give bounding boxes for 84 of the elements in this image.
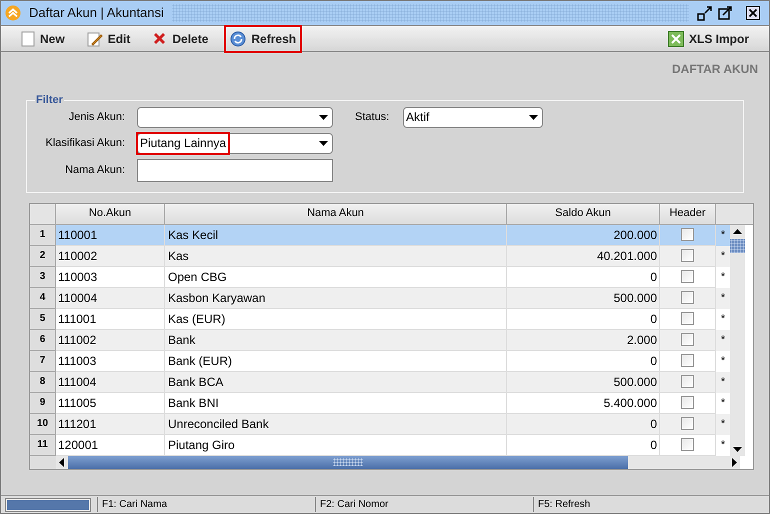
dropdown-field[interactable]: Piutang Lainnya: [137, 132, 333, 154]
checkbox[interactable]: [681, 438, 694, 451]
status-text: F1: Cari Nama: [97, 497, 315, 512]
row-number: 11: [30, 434, 56, 456]
row-number: 2: [30, 246, 56, 266]
row-number: 8: [30, 372, 56, 392]
table-cell-text: *: [720, 228, 726, 242]
table-row[interactable]: 10 111201 Unreconciled Bank 0 *: [30, 414, 730, 434]
row-number: 7: [30, 350, 56, 372]
refresh-icon: [230, 30, 246, 46]
xls-import-button[interactable]: XLS Impor: [668, 30, 749, 48]
row-number: 5: [30, 308, 56, 330]
toolbar-button[interactable]: Edit: [82, 26, 134, 50]
spreadsheet-icon: [668, 30, 684, 46]
checkbox[interactable]: [681, 375, 694, 388]
page-heading: DAFTAR AKUN: [672, 61, 758, 78]
dropdown-arrow-icon: [319, 140, 328, 146]
status-text: F2: Cari Nomor: [315, 497, 533, 512]
row-number: 6: [30, 330, 56, 350]
toolbar-button[interactable]: Delete: [148, 26, 212, 50]
table-row[interactable]: 6 111002 Bank 2.000 *: [30, 330, 730, 350]
checkbox[interactable]: [681, 333, 694, 346]
table-cell-text: *: [720, 396, 726, 410]
dropdown-arrow-icon: [319, 114, 328, 120]
checkbox[interactable]: [681, 354, 694, 367]
row-number: 3: [30, 266, 56, 288]
table-corner: [30, 456, 56, 468]
column-header[interactable]: No.Akun: [56, 204, 165, 224]
checkbox[interactable]: [681, 228, 694, 241]
row-number: 9: [30, 392, 56, 414]
dropdown-arrow-icon: [529, 114, 538, 120]
column-header[interactable]: Saldo Akun: [507, 204, 660, 224]
checkbox[interactable]: [681, 396, 694, 409]
vertical-scrollbar[interactable]: [730, 224, 745, 456]
pencil-page-icon: [86, 30, 103, 46]
field-label: Status:: [355, 110, 390, 125]
field-label: Nama Akun:: [64, 162, 126, 178]
table-row[interactable]: 5 111001 Kas (EUR) 0 *: [30, 308, 730, 330]
field-label: Jenis Akun:: [68, 110, 126, 125]
table-row[interactable]: 7 111003 Bank (EUR) 0 *: [30, 350, 730, 372]
cross-icon: [152, 31, 168, 46]
row-number: 1: [30, 224, 56, 246]
horizontal-scrollbar[interactable]: [56, 456, 740, 468]
restore-icon[interactable]: [697, 5, 713, 21]
close-icon[interactable]: [745, 5, 761, 21]
toolbar-button[interactable]: Refresh: [226, 26, 300, 50]
row-number: 4: [30, 288, 56, 308]
dropdown-field[interactable]: [137, 106, 333, 128]
table-row[interactable]: 11 120001 Piutang Giro 0 *: [30, 434, 730, 456]
dropdown-field[interactable]: Aktif: [403, 106, 543, 128]
table-row[interactable]: 9 111005 Bank BNI 5.400.000 *: [30, 392, 730, 414]
app-logo-icon: [5, 5, 21, 21]
table-row[interactable]: 3 110003 Open CBG 0 *: [30, 266, 730, 288]
table-row[interactable]: 1 110001 Kas Kecil 200.000 *: [30, 224, 730, 246]
scrollbar-thumb[interactable]: [68, 456, 628, 468]
table-cell-text: *: [720, 332, 726, 348]
filter-title: Filter: [35, 93, 64, 108]
table-row[interactable]: 4 110004 Kasbon Karyawan 500.000 *: [30, 288, 730, 308]
table-cell-text: *: [720, 354, 726, 368]
table-cell-text: *: [720, 312, 726, 326]
table-cell-text: *: [720, 374, 726, 390]
checkbox[interactable]: [681, 270, 694, 283]
toolbar-button[interactable]: New: [17, 26, 69, 50]
table-cell-text: *: [720, 438, 726, 452]
table-row[interactable]: 8 111004 Bank BCA 500.000 *: [30, 372, 730, 392]
checkbox[interactable]: [681, 291, 694, 304]
status-text: F5: Refresh: [533, 497, 765, 512]
table-cell-text: *: [720, 270, 726, 284]
checkbox[interactable]: [681, 249, 694, 262]
field-label: Klasifikasi Akun:: [44, 136, 126, 151]
row-number: 10: [30, 414, 56, 434]
maximize-icon[interactable]: [717, 5, 733, 21]
checkbox[interactable]: [681, 312, 694, 325]
column-header[interactable]: Header: [660, 204, 716, 224]
table-cell-text: *: [720, 290, 726, 306]
table-cell-text: *: [720, 416, 726, 432]
input-field[interactable]: [137, 158, 333, 182]
checkbox[interactable]: [681, 417, 694, 430]
window-title: Daftar Akun | Akuntansi: [29, 4, 164, 22]
table-row[interactable]: 2 110002 Kas 40.201.000 *: [30, 246, 730, 266]
column-header[interactable]: Nama Akun: [165, 204, 507, 224]
table-cell-text: *: [720, 248, 726, 264]
blank-page-icon: [21, 30, 35, 46]
scrollbar-thumb[interactable]: [730, 238, 745, 252]
